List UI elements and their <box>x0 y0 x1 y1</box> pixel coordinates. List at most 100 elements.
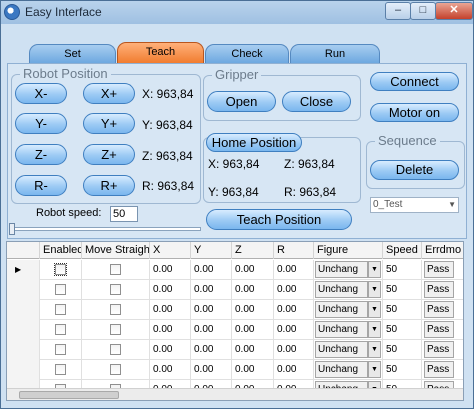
errdmo-cell[interactable]: Pass <box>422 320 463 340</box>
speed-cell[interactable]: 50 <box>383 300 422 320</box>
enabled-cell[interactable] <box>40 340 82 360</box>
minimize-button[interactable]: – <box>385 2 411 20</box>
r-cell[interactable]: 0.00 <box>274 300 314 320</box>
gripper-open-button[interactable]: Open <box>207 91 276 112</box>
figure-select[interactable]: Unchang <box>315 361 368 378</box>
col-speed[interactable]: Speed <box>383 242 422 259</box>
table-row[interactable]: ▶ 0.00 0.00 0.00 0.00 Unchang ▼ 50 Pass <box>7 260 463 280</box>
move-straight-checkbox[interactable] <box>110 304 121 315</box>
x-cell[interactable]: 0.00 <box>150 360 191 380</box>
figure-select[interactable]: Unchang <box>315 261 368 278</box>
errdmo-select[interactable]: Pass <box>424 261 454 278</box>
x-cell[interactable]: 0.00 <box>150 340 191 360</box>
col-enabled[interactable]: Enabled <box>40 242 82 259</box>
move-straight-cell[interactable] <box>82 300 150 320</box>
z-cell[interactable]: 0.00 <box>232 320 274 340</box>
col-y[interactable]: Y <box>191 242 232 259</box>
table-row[interactable]: 0.000.000.000.00Unchang▼50Pass <box>7 320 463 340</box>
errdmo-cell[interactable]: Pass <box>422 340 463 360</box>
errdmo-select[interactable]: Pass <box>424 361 454 378</box>
grid-horizontal-scrollbar[interactable] <box>7 388 463 400</box>
figure-cell[interactable]: Unchang▼ <box>314 340 383 360</box>
enabled-checkbox[interactable] <box>55 304 66 315</box>
x-minus-button[interactable]: X- <box>15 83 67 104</box>
row-header[interactable] <box>7 360 40 380</box>
robot-speed-slider[interactable] <box>11 227 201 231</box>
x-cell[interactable]: 0.00 <box>150 280 191 300</box>
errdmo-select[interactable]: Pass <box>424 281 454 298</box>
move-straight-checkbox[interactable] <box>110 284 121 295</box>
col-x[interactable]: X <box>150 242 191 259</box>
motor-on-button[interactable]: Motor on <box>370 103 459 122</box>
r-cell[interactable]: 0.00 <box>274 360 314 380</box>
chevron-down-icon[interactable]: ▼ <box>368 321 381 338</box>
figure-select[interactable]: Unchang <box>315 321 368 338</box>
enabled-cell[interactable] <box>40 360 82 380</box>
enabled-checkbox[interactable] <box>55 344 66 355</box>
enabled-checkbox[interactable] <box>55 284 66 295</box>
y-minus-button[interactable]: Y- <box>15 113 67 134</box>
robot-speed-input[interactable]: 50 <box>110 206 138 222</box>
y-cell[interactable]: 0.00 <box>191 320 232 340</box>
z-cell[interactable]: 0.00 <box>232 260 274 280</box>
gripper-close-button[interactable]: Close <box>282 91 351 112</box>
errdmo-cell[interactable]: Pass <box>422 280 463 300</box>
x-cell[interactable]: 0.00 <box>150 300 191 320</box>
row-header[interactable] <box>7 280 40 300</box>
move-straight-checkbox[interactable] <box>110 344 121 355</box>
move-straight-cell[interactable] <box>82 280 150 300</box>
chevron-down-icon[interactable]: ▼ <box>368 301 381 318</box>
figure-select[interactable]: Unchang <box>315 301 368 318</box>
speed-cell[interactable]: 50 <box>383 260 422 280</box>
y-cell[interactable]: 0.00 <box>191 360 232 380</box>
y-cell[interactable]: 0.00 <box>191 300 232 320</box>
move-straight-checkbox[interactable] <box>110 324 121 335</box>
sequence-select[interactable]: 0_Test ▼ <box>370 197 459 213</box>
chevron-down-icon[interactable]: ▼ <box>368 261 381 278</box>
figure-cell[interactable]: Unchang▼ <box>314 300 383 320</box>
r-cell[interactable]: 0.00 <box>274 340 314 360</box>
speed-cell[interactable]: 50 <box>383 280 422 300</box>
enabled-cell[interactable] <box>40 320 82 340</box>
chevron-down-icon[interactable]: ▼ <box>368 341 381 358</box>
y-cell[interactable]: 0.00 <box>191 260 232 280</box>
chevron-down-icon[interactable]: ▼ <box>368 361 381 378</box>
figure-cell[interactable]: Unchang▼ <box>314 320 383 340</box>
row-header[interactable] <box>7 300 40 320</box>
x-plus-button[interactable]: X+ <box>83 83 135 104</box>
figure-cell[interactable]: Unchang▼ <box>314 360 383 380</box>
row-header[interactable] <box>7 320 40 340</box>
r-minus-button[interactable]: R- <box>15 175 67 196</box>
r-cell[interactable]: 0.00 <box>274 320 314 340</box>
enabled-checkbox[interactable] <box>54 263 67 276</box>
enabled-cell[interactable] <box>40 280 82 300</box>
z-plus-button[interactable]: Z+ <box>83 144 135 165</box>
table-row[interactable]: 0.000.000.000.00Unchang▼50Pass <box>7 300 463 320</box>
r-cell[interactable]: 0.00 <box>274 260 314 280</box>
z-cell[interactable]: 0.00 <box>232 360 274 380</box>
speed-cell[interactable]: 50 <box>383 340 422 360</box>
errdmo-select[interactable]: Pass <box>424 301 454 318</box>
col-errdmo[interactable]: Errdmo <box>422 242 463 259</box>
col-z[interactable]: Z <box>232 242 274 259</box>
row-header[interactable]: ▶ <box>7 260 40 280</box>
table-row[interactable]: 0.000.000.000.00Unchang▼50Pass <box>7 280 463 300</box>
table-row[interactable]: 0.000.000.000.00Unchang▼50Pass <box>7 340 463 360</box>
tab-check[interactable]: Check <box>205 44 289 64</box>
z-cell[interactable]: 0.00 <box>232 280 274 300</box>
col-figure[interactable]: Figure <box>314 242 383 259</box>
y-cell[interactable]: 0.00 <box>191 340 232 360</box>
teach-position-button[interactable]: Teach Position <box>206 209 352 230</box>
col-move-straight[interactable]: Move Straight <box>82 242 150 259</box>
speed-cell[interactable]: 50 <box>383 360 422 380</box>
enabled-checkbox[interactable] <box>55 324 66 335</box>
figure-cell[interactable]: Unchang▼ <box>314 260 383 280</box>
move-straight-cell[interactable] <box>82 360 150 380</box>
z-cell[interactable]: 0.00 <box>232 300 274 320</box>
tab-set[interactable]: Set <box>29 44 116 64</box>
errdmo-cell[interactable]: Pass <box>422 360 463 380</box>
move-straight-cell[interactable] <box>82 340 150 360</box>
enabled-cell[interactable] <box>40 300 82 320</box>
tab-teach[interactable]: Teach <box>117 42 204 64</box>
errdmo-select[interactable]: Pass <box>424 321 454 338</box>
